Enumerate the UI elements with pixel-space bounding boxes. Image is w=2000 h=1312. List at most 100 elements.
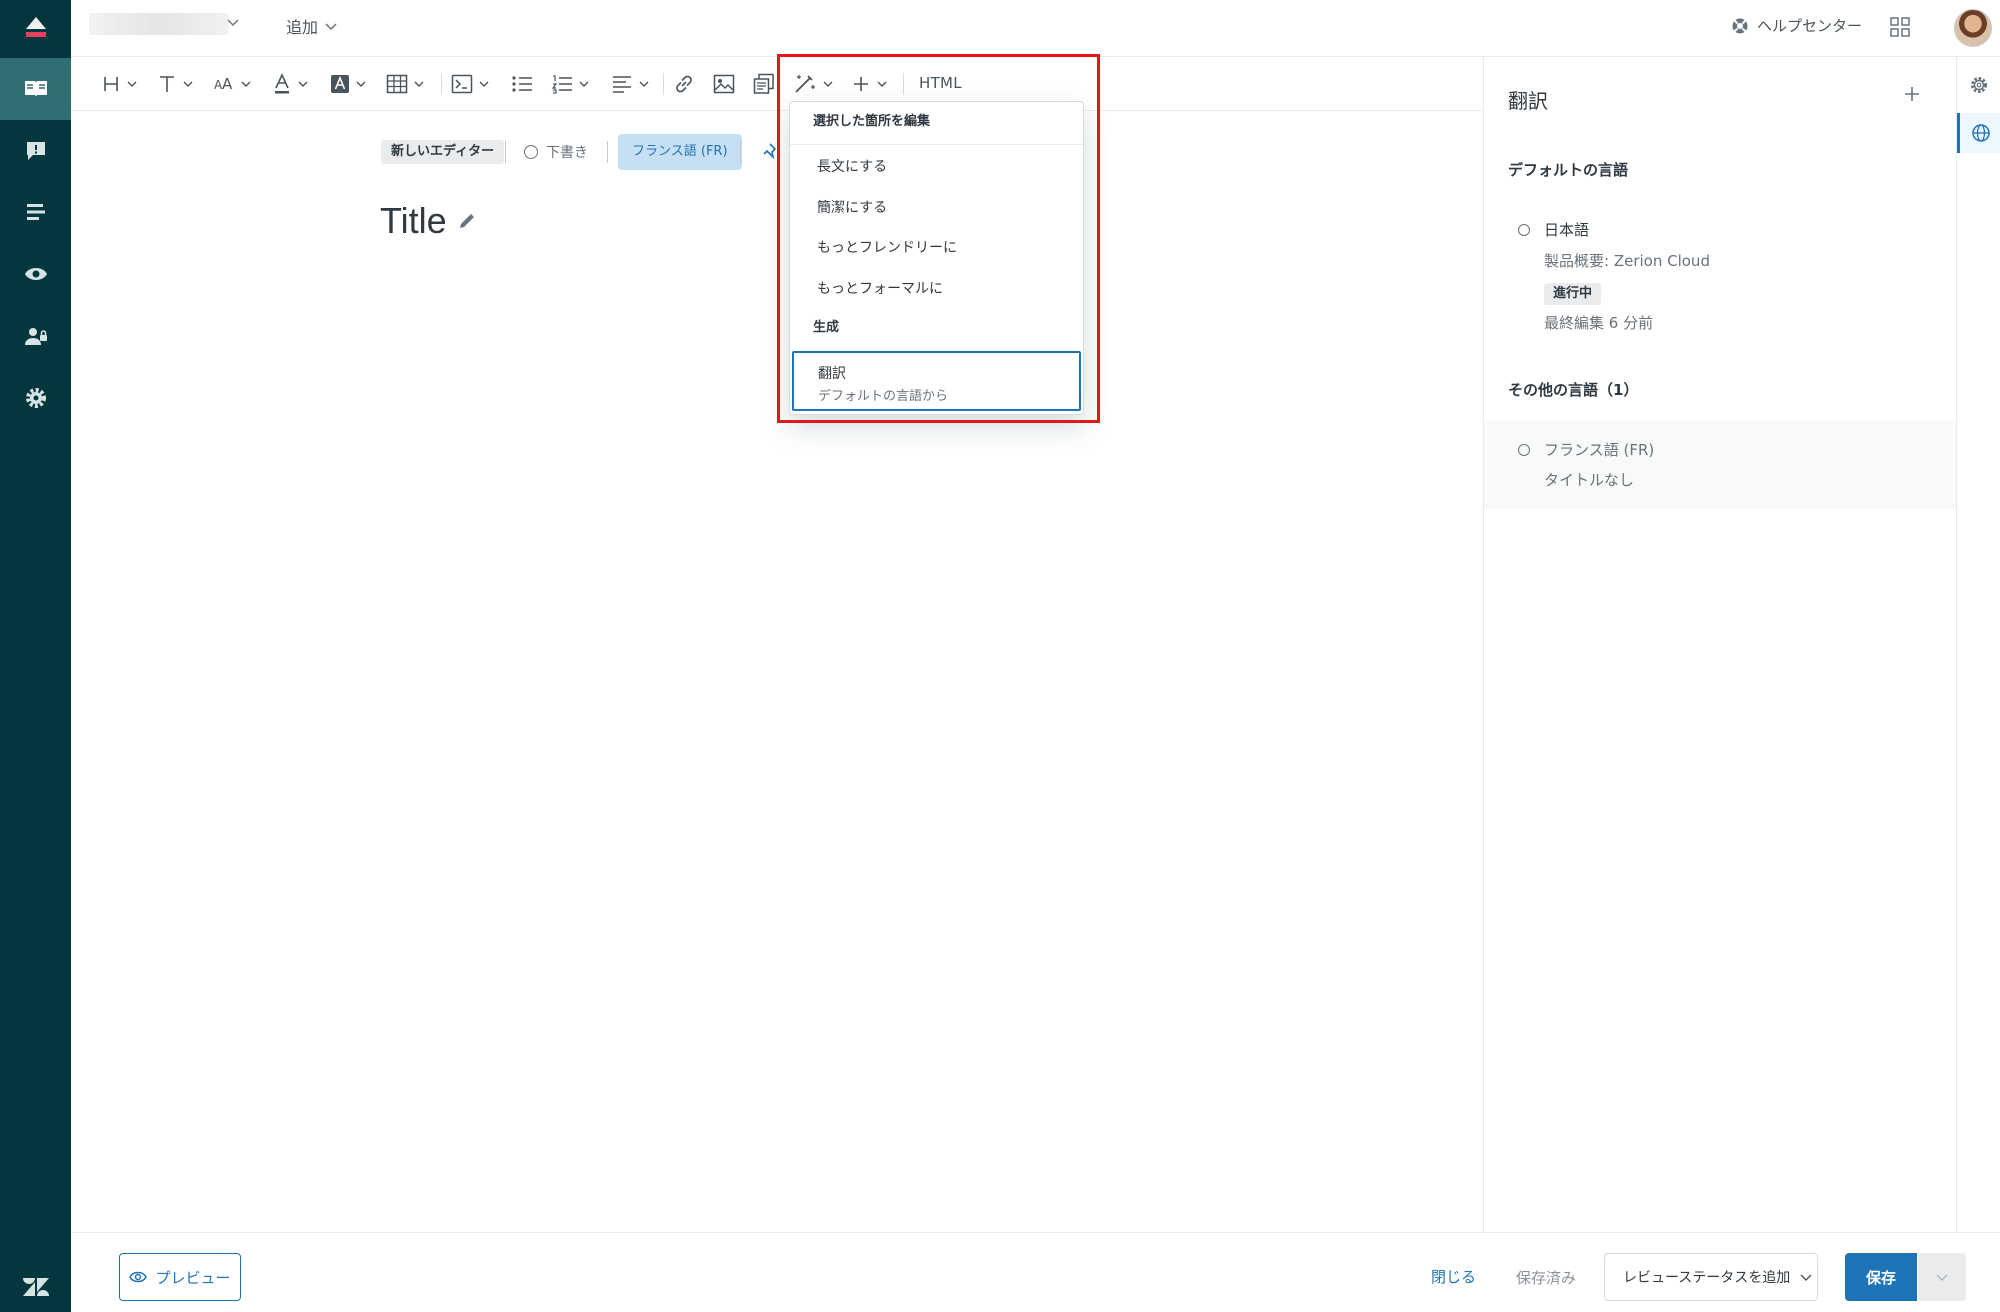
chevron-down-icon — [183, 81, 193, 87]
align-button[interactable] — [611, 71, 649, 97]
font-size-button[interactable]: AA — [213, 71, 251, 97]
content-block-icon — [753, 73, 774, 94]
team-icon[interactable] — [0, 305, 71, 367]
feedback-icon[interactable] — [0, 120, 71, 182]
status-divider — [505, 141, 506, 163]
toolbar-divider — [663, 73, 664, 95]
highlight-color-button[interactable] — [330, 71, 366, 97]
chevron-down-icon — [479, 81, 489, 87]
eye-icon[interactable] — [0, 243, 71, 305]
draft-status-icon — [524, 145, 538, 159]
code-block-icon — [451, 74, 473, 94]
image-button[interactable] — [713, 71, 735, 97]
status-badge: 進行中 — [1544, 283, 1602, 305]
saved-status: 保存済み — [1516, 1269, 1577, 1287]
other-language-article: タイトルなし — [1544, 471, 1635, 489]
code-block-button[interactable] — [451, 71, 489, 97]
globe-icon[interactable] — [1957, 113, 2000, 153]
other-language-row[interactable]: フランス語 (FR) — [1518, 439, 1654, 460]
bulleted-list-button[interactable] — [511, 71, 533, 97]
right-rail — [1956, 57, 2000, 1232]
chevron-down-icon — [579, 81, 589, 87]
review-status-select[interactable]: レビューステータスを追加 — [1604, 1253, 1818, 1301]
list-icon[interactable] — [0, 181, 71, 243]
bottom-bar: プレビュー 閉じる 保存済み レビューステータスを追加 保存 — [71, 1232, 2000, 1312]
font-size-icon: AA — [214, 75, 233, 93]
eye-icon — [129, 1271, 148, 1283]
default-language-item[interactable]: 日本語 — [1518, 219, 1589, 240]
bulleted-list-icon — [512, 76, 532, 92]
heading-button[interactable] — [101, 71, 137, 97]
save-options-button[interactable] — [1918, 1253, 1966, 1301]
toolbar-divider — [441, 73, 442, 95]
lifebuoy-icon — [1732, 18, 1748, 33]
status-divider — [740, 141, 741, 163]
align-left-icon — [613, 76, 631, 93]
other-language-item[interactable] — [1484, 421, 1956, 509]
add-menu-label: 追加 — [286, 18, 319, 37]
chevron-down-icon — [325, 23, 337, 31]
settings-icon[interactable] — [1957, 65, 2000, 105]
brand-selector[interactable] — [89, 13, 229, 35]
font-color-icon — [275, 73, 289, 94]
gear-icon[interactable] — [0, 367, 71, 429]
language-selector[interactable]: フランス語 (FR) — [618, 134, 742, 170]
heading-icon — [104, 77, 118, 91]
other-language-name: フランス語 (FR) — [1544, 441, 1655, 459]
chevron-down-icon — [1936, 1274, 1948, 1281]
preview-button[interactable]: プレビュー — [119, 1253, 241, 1301]
default-language-heading: デフォルトの言語 — [1508, 161, 1629, 179]
chevron-down-icon — [127, 81, 137, 87]
save-button[interactable]: 保存 — [1845, 1253, 1917, 1301]
status-ring-icon — [1518, 223, 1530, 236]
link-icon — [676, 75, 692, 93]
draft-label: 下書き — [546, 145, 588, 161]
new-editor-badge: 新しいエディター — [381, 140, 505, 164]
image-icon — [713, 74, 735, 94]
font-color-button[interactable] — [272, 71, 308, 97]
close-link[interactable]: 閉じる — [1431, 1266, 1476, 1287]
last-edited-text: 最終編集 6 分前 — [1544, 314, 1654, 332]
draft-status: 下書き — [524, 142, 588, 162]
article-title-text[interactable]: Title — [380, 200, 447, 242]
default-language-name: 日本語 — [1544, 221, 1590, 239]
avatar[interactable] — [1954, 9, 1992, 47]
pencil-icon[interactable] — [457, 211, 477, 231]
numbered-list-icon — [551, 75, 572, 94]
text-style-button[interactable] — [157, 71, 193, 97]
numbered-list-button[interactable] — [551, 71, 589, 97]
table-button[interactable] — [386, 71, 424, 97]
apps-grid-icon[interactable] — [1889, 16, 1911, 38]
chevron-down-icon — [639, 81, 649, 87]
highlight-icon — [331, 75, 349, 93]
status-ring-icon — [1518, 443, 1530, 456]
top-header: 追加 ヘルプセンター — [71, 0, 2000, 57]
link-button[interactable] — [673, 71, 695, 97]
add-translation-icon[interactable] — [1903, 85, 1921, 103]
chevron-down-icon[interactable] — [226, 17, 240, 27]
zendesk-logo-icon[interactable] — [0, 1262, 71, 1312]
add-menu[interactable]: 追加 — [286, 14, 338, 38]
translations-title: 翻訳 — [1508, 89, 1548, 113]
article-title[interactable]: Title — [380, 200, 477, 242]
helpcenter-link[interactable]: ヘルプセンター — [1731, 15, 1862, 36]
chevron-down-icon — [414, 81, 424, 87]
review-status-label: レビューステータスを追加 — [1623, 1270, 1791, 1286]
table-icon — [386, 74, 408, 94]
content-block-button[interactable] — [753, 71, 775, 97]
translations-panel: 翻訳 デフォルトの言語 日本語 製品概要: Zerion Cloud 進行中 最… — [1483, 57, 1956, 1232]
guide-logo-icon[interactable] — [0, 0, 71, 56]
preview-label: プレビュー — [155, 1268, 231, 1287]
highlight-box — [777, 54, 1100, 423]
helpcenter-label: ヘルプセンター — [1757, 17, 1863, 35]
status-divider — [607, 141, 608, 163]
knowledge-icon[interactable] — [0, 58, 71, 120]
chevron-down-icon — [298, 81, 308, 87]
text-icon — [160, 76, 174, 92]
chevron-down-icon — [1800, 1274, 1812, 1281]
pin-icon[interactable] — [762, 142, 778, 162]
svg-text:A: A — [222, 75, 233, 93]
chevron-down-icon — [356, 81, 366, 87]
default-language-article: 製品概要: Zerion Cloud — [1544, 252, 1710, 270]
chevron-down-icon — [241, 81, 251, 87]
